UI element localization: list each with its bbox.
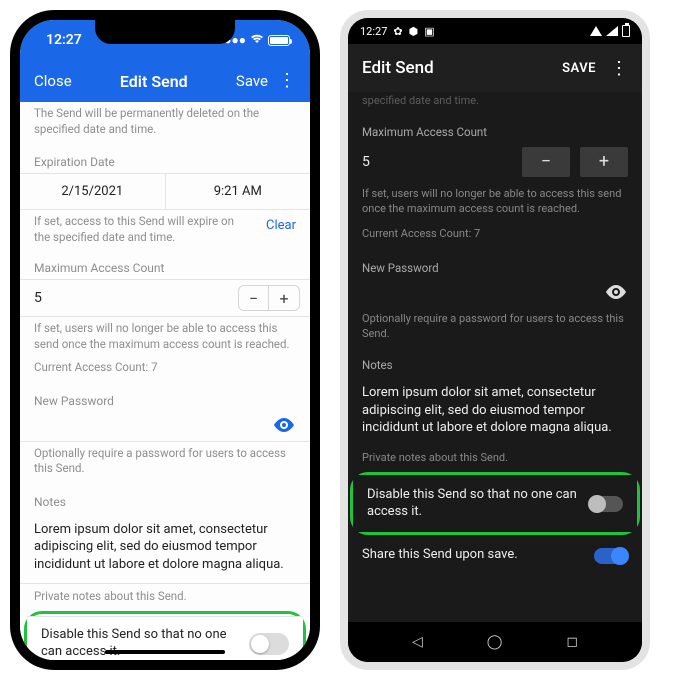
- cell-icon: [606, 26, 618, 36]
- max-access-value[interactable]: 5: [34, 290, 238, 306]
- max-access-value[interactable]: 5: [362, 154, 522, 170]
- current-access-count: Current Access Count: 7: [348, 225, 642, 250]
- max-access-label: Maximum Access Count: [20, 251, 310, 279]
- signal-icon: [590, 26, 602, 36]
- max-access-hint: If set, users will no longer be able to …: [20, 317, 310, 360]
- notes-label: Notes: [348, 350, 642, 376]
- more-icon[interactable]: ⋮: [278, 72, 296, 90]
- more-icon[interactable]: ⋮: [610, 58, 628, 79]
- shield-icon: ⬢: [409, 25, 419, 38]
- disable-send-toggle[interactable]: [589, 496, 623, 512]
- content-area: The Send will be permanently deleted on …: [20, 102, 310, 660]
- content-area: specified date and time. Maximum Access …: [348, 92, 642, 622]
- share-on-save-label: Share this Send upon save.: [362, 547, 594, 564]
- new-password-label: New Password: [348, 249, 642, 279]
- stepper-plus-icon[interactable]: +: [580, 147, 628, 177]
- wifi-icon: [250, 33, 264, 47]
- save-button[interactable]: SAVE: [562, 61, 596, 76]
- highlight-disable-row: Disable this Send so that no one can acc…: [350, 472, 640, 536]
- stepper-plus-icon[interactable]: +: [269, 286, 299, 310]
- share-on-save-toggle[interactable]: [594, 548, 628, 564]
- disable-send-label: Disable this Send so that no one can acc…: [41, 627, 249, 660]
- disable-send-toggle[interactable]: [249, 633, 289, 655]
- nav-bar: Close Edit Send Save ⋮: [20, 60, 310, 102]
- password-hint: Optionally require a password for users …: [20, 442, 310, 485]
- eye-icon[interactable]: [606, 285, 626, 302]
- status-time: 12:27: [46, 32, 82, 48]
- stepper-minus-icon[interactable]: −: [522, 147, 570, 177]
- battery-icon: [622, 25, 630, 37]
- battery-icon: [268, 35, 290, 46]
- nav-bar: Edit Send SAVE ⋮: [348, 44, 642, 92]
- notes-label: Notes: [20, 485, 310, 513]
- expiration-date-field[interactable]: 2/15/2021: [20, 174, 166, 209]
- truncated-hint: specified date and time.: [348, 92, 642, 117]
- nav-title: Edit Send: [362, 58, 562, 78]
- status-time: 12:27: [360, 25, 387, 38]
- save-button[interactable]: Save: [236, 72, 268, 90]
- home-icon[interactable]: ◯: [487, 634, 503, 650]
- max-access-hint: If set, users will no longer be able to …: [348, 185, 642, 225]
- home-indicator[interactable]: [105, 650, 225, 654]
- recents-icon[interactable]: ◻: [566, 634, 578, 650]
- iphone-notch: [95, 20, 235, 44]
- disable-send-label: Disable this Send so that no one can acc…: [367, 487, 589, 521]
- max-access-label: Maximum Access Count: [348, 117, 642, 143]
- android-frame: 12:27 ✿ ⬢ ▣ Edit Send SAVE ⋮ specified d…: [340, 10, 650, 670]
- iphone-frame: 12:27 ●●● Close Edit Send Save ⋮ The Sen…: [10, 10, 320, 670]
- eye-icon[interactable]: [274, 418, 294, 435]
- current-access-count: Current Access Count: 7: [20, 360, 310, 384]
- status-bar: 12:27 ✿ ⬢ ▣: [348, 18, 642, 44]
- android-nav-bar: ◁ ◯ ◻: [348, 622, 642, 662]
- notification-icon: ▣: [424, 25, 434, 38]
- gear-icon: ✿: [393, 25, 402, 38]
- clear-button[interactable]: Clear: [246, 214, 296, 233]
- notes-hint: Private notes about this Send.: [348, 449, 642, 472]
- nav-title: Edit Send: [72, 72, 236, 91]
- new-password-label: New Password: [20, 384, 310, 412]
- deletion-hint: The Send will be permanently deleted on …: [20, 102, 310, 145]
- expiration-label: Expiration Date: [20, 145, 310, 173]
- expiration-time-field[interactable]: 9:21 AM: [166, 174, 311, 209]
- password-hint: Optionally require a password for users …: [348, 310, 642, 350]
- notes-hint: Private notes about this Send.: [20, 584, 310, 611]
- expiration-hint: If set, access to this Send will expire …: [34, 214, 246, 245]
- max-access-stepper[interactable]: − +: [238, 285, 300, 311]
- notes-field[interactable]: Lorem ipsum dolor sit amet, consectetur …: [348, 376, 642, 449]
- max-access-stepper[interactable]: − +: [522, 147, 628, 177]
- notes-field[interactable]: Lorem ipsum dolor sit amet, consectetur …: [20, 513, 310, 585]
- close-button[interactable]: Close: [34, 72, 72, 90]
- stepper-minus-icon[interactable]: −: [239, 286, 269, 310]
- back-icon[interactable]: ◁: [412, 634, 423, 650]
